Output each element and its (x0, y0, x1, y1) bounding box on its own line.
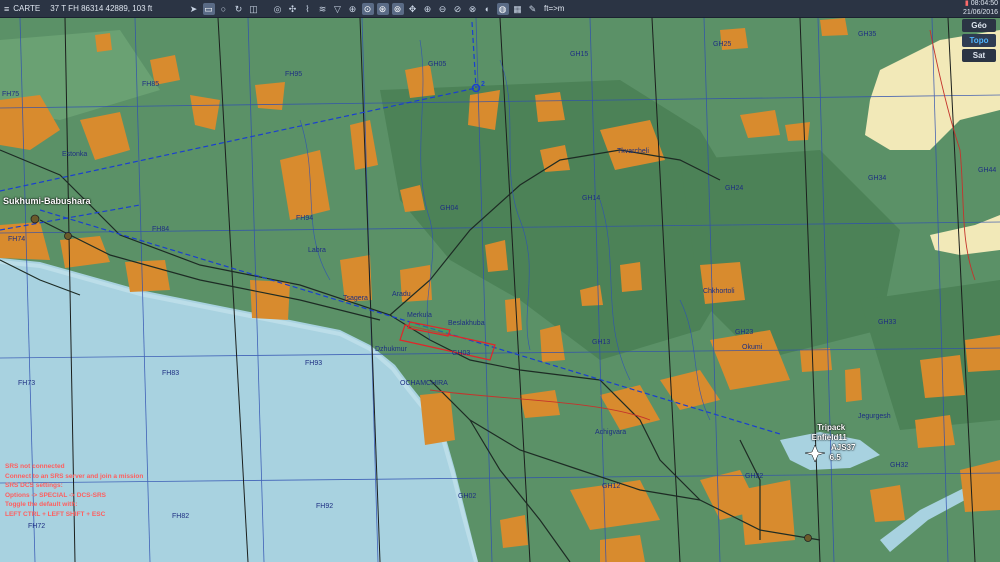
place-label: Tsagera (343, 295, 368, 302)
navigate-icon[interactable]: ➤ (188, 3, 200, 15)
grid-label: GH15 (570, 51, 588, 58)
units-toggle[interactable]: ft=>m (544, 4, 564, 13)
label-icon[interactable]: ⊕ (347, 3, 359, 15)
waypoint-number: 2 (481, 81, 485, 88)
filter-icon[interactable]: ▽ (332, 3, 344, 15)
spread-icon[interactable]: ✣ (287, 3, 299, 15)
unit-callsign: Enfield11 (811, 433, 847, 442)
camera-icon[interactable]: ◫ (248, 3, 260, 15)
grid-label: GH14 (582, 195, 600, 202)
srs-line: Toggle the default with: (5, 501, 78, 508)
place-label: Estonka (62, 151, 87, 158)
pencil-icon[interactable]: ✎ (527, 3, 539, 15)
grid-label: FH93 (305, 360, 322, 367)
srs-line: SRS DCS settings: (5, 482, 63, 489)
compass-icon[interactable]: ◐ (482, 3, 494, 15)
clock-time: 08:04:50 (970, 0, 998, 7)
grid-label: GH44 (978, 167, 996, 174)
unit-group: Tripack (817, 423, 846, 432)
grid-label: FH82 (172, 513, 189, 520)
place-label: Okumi (742, 344, 763, 351)
place-label: Jegurgesh (858, 413, 891, 420)
wifi-icon[interactable]: ≋ (317, 3, 329, 15)
place-label: Merkula (407, 312, 432, 319)
layer-sat-button[interactable]: Sat (962, 49, 996, 62)
grid-label: GH12 (602, 483, 620, 490)
unit-value: 6.5 (829, 453, 841, 462)
place-label: Beslakhuba (448, 320, 485, 327)
center-icon[interactable]: ✥ (407, 3, 419, 15)
grid-label: FH74 (8, 236, 25, 243)
clock-date: 21/06/2016 (962, 8, 998, 16)
zoom-out-icon[interactable]: ⊖ (437, 3, 449, 15)
grid-label: FH94 (296, 215, 313, 222)
grid-label: GH33 (878, 319, 896, 326)
zoom-unit-icon[interactable]: ⊚ (391, 3, 404, 15)
ruler-icon[interactable]: ▭ (202, 3, 215, 15)
airfield-south-marker[interactable] (804, 534, 812, 542)
place-label: Chkhortoli (703, 288, 735, 295)
grid-label: FH84 (152, 226, 169, 233)
grid-label: FH85 (142, 81, 159, 88)
refresh-icon[interactable]: ↻ (233, 3, 245, 15)
grid-label: GH23 (735, 329, 753, 336)
marker-icon[interactable]: ◎ (272, 3, 284, 15)
menu-icon[interactable]: ≡ (4, 4, 9, 14)
zoom-fit-icon[interactable]: ⊘ (452, 3, 464, 15)
grid-label: FH95 (285, 71, 302, 78)
map-tools: ➤ ▭ ○ ↻ ◫ ◎ ✣ ⌇ ≋ ▽ ⊕ ⊙ ⊛ ⊚ ✥ ⊕ ⊖ ⊘ ⊗ ◐ … (186, 0, 540, 18)
place-label: Dzhukmur (375, 346, 408, 353)
grid-label: FH92 (316, 503, 333, 510)
grid-label: GH03 (452, 350, 470, 357)
map-canvas[interactable]: 2 FH75 FH85 FH95 GH05 GH15 GH25 GH35 FH7… (0, 18, 1000, 562)
link-icon[interactable]: ⌇ (302, 3, 314, 15)
place-label: Labra (308, 247, 326, 254)
place-label: Aradu (392, 291, 411, 298)
grid-label: GH02 (458, 493, 476, 500)
zoom-area-icon[interactable]: ⊛ (376, 3, 389, 15)
zoom-selection-icon[interactable]: ⊙ (361, 3, 374, 15)
srs-line: LEFT CTRL + LEFT SHIFT + ESC (5, 510, 106, 518)
grid-label: GH32 (890, 462, 908, 469)
grid-label: GH35 (858, 31, 876, 38)
layer-switcher: Géo Topo Sat (962, 19, 996, 62)
map-menu-label[interactable]: CARTE (13, 4, 40, 13)
place-label: OCHAMCHIRA (400, 380, 448, 387)
grid-label: GH24 (725, 185, 743, 192)
grid-label: GH05 (428, 61, 446, 68)
unit-label: Tripack Enfield11 AJS37 6.5 (803, 423, 856, 463)
globe-icon[interactable]: ◍ (496, 3, 509, 15)
unit-type: AJS37 (831, 443, 856, 452)
grid-label: FH75 (2, 91, 19, 98)
srs-line: Connect to an SRS server and join a miss… (5, 472, 144, 480)
grid-label: GH22 (745, 473, 763, 480)
zoom-reset-icon[interactable]: ⊗ (467, 3, 479, 15)
srs-line: Options -> SPECIAL -> DCS-SRS (5, 491, 107, 499)
srs-notice: SRS not connected Connect to an SRS serv… (5, 462, 143, 519)
cursor-coordinates: 37 T FH 86314 42889, 103 ft (50, 4, 153, 13)
airfield-label: Sukhumi-Babushara (3, 196, 91, 206)
top-toolbar: ≡ CARTE 37 T FH 86314 42889, 103 ft ➤ ▭ … (0, 0, 1000, 18)
circle-icon[interactable]: ○ (218, 3, 230, 15)
zoom-in-icon[interactable]: ⊕ (422, 3, 434, 15)
place-label: Tkvarcheli (617, 148, 649, 155)
grid-label: FH72 (28, 523, 45, 530)
recording-icon: ▮ (964, 0, 969, 7)
grid-label: GH13 (592, 339, 610, 346)
grid-label: FH73 (18, 380, 35, 387)
layer-geo-button[interactable]: Géo (962, 19, 996, 32)
grid-label: FH83 (162, 370, 179, 377)
grid-label: GH04 (440, 205, 458, 212)
grid-label: GH25 (713, 41, 731, 48)
grid-label: GH34 (868, 175, 886, 182)
grid-icon[interactable]: ▦ (512, 3, 524, 15)
layer-topo-button[interactable]: Topo (962, 34, 996, 47)
clock: ▮ 08:04:50 21/06/2016 (963, 0, 998, 17)
srs-line: SRS not connected (5, 463, 65, 470)
place-label: Achigvara (595, 429, 626, 436)
